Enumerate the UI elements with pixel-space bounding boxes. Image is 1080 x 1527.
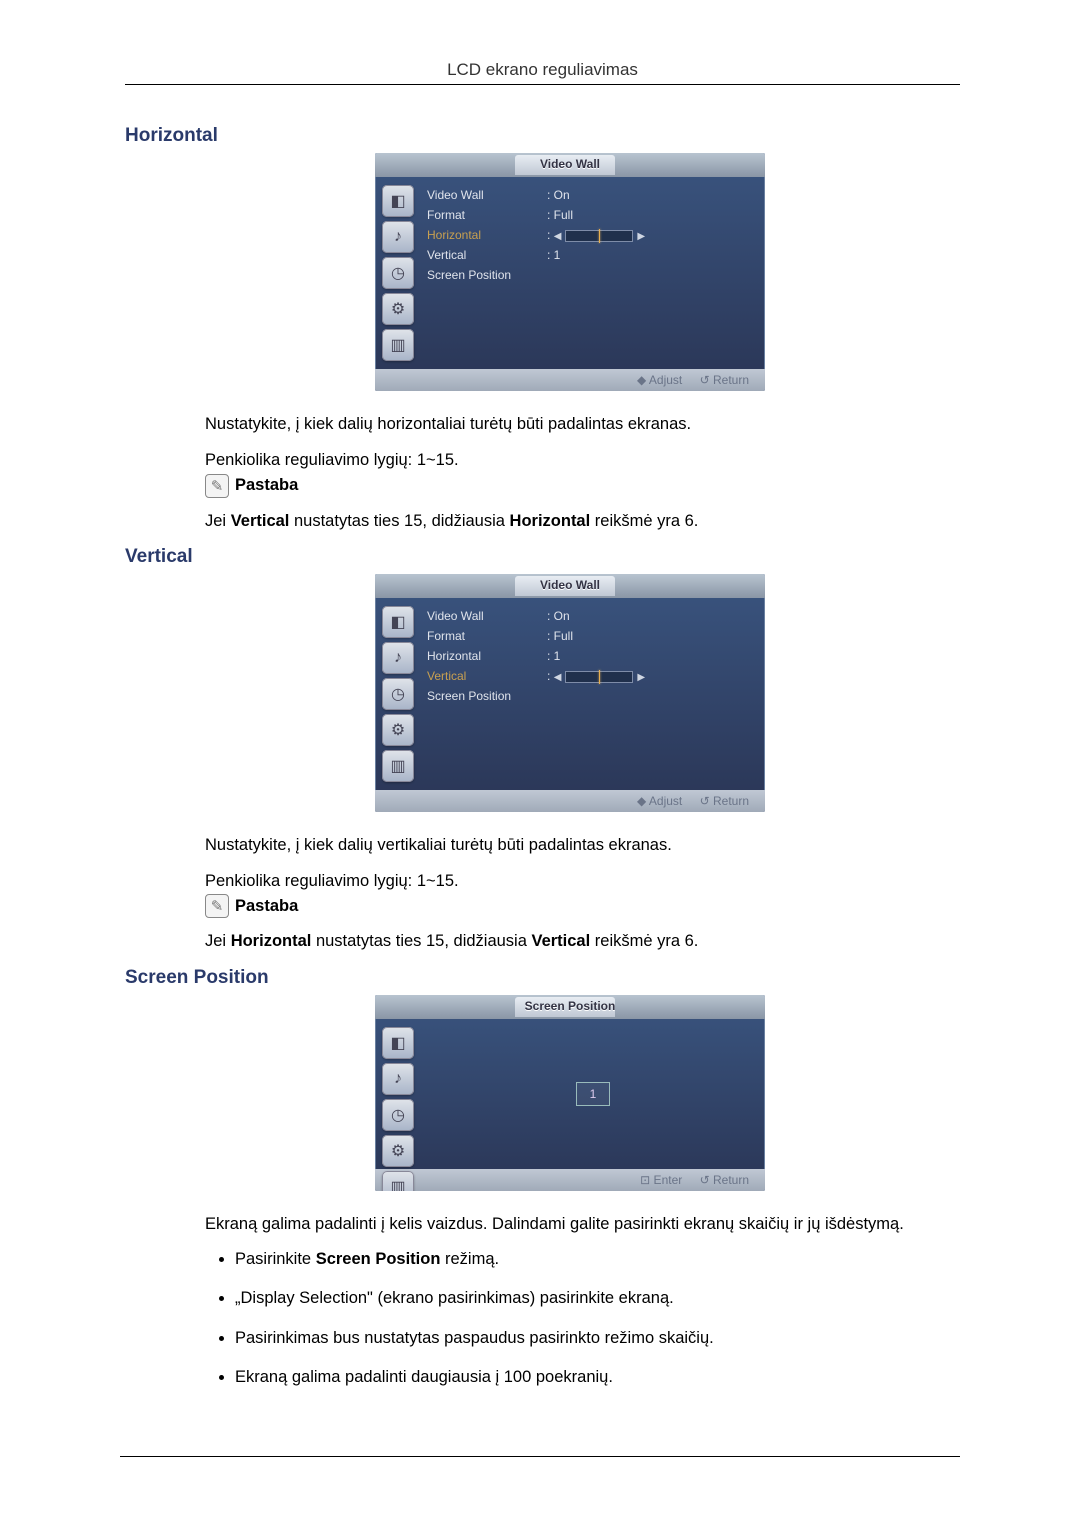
row-format-value: : Full bbox=[547, 208, 573, 222]
menu-icon-multi: ⚙ bbox=[382, 293, 414, 325]
row-horizontal-label: Horizontal bbox=[427, 649, 547, 663]
horizontal-desc1: Nustatykite, į kiek dalių horizontaliai … bbox=[205, 413, 960, 435]
row-screen-position-label: Screen Position bbox=[427, 689, 547, 703]
vertical-slider[interactable]: ◀ ▶ bbox=[554, 671, 645, 683]
footer-return: ↺ Return bbox=[700, 373, 749, 387]
arrow-right-icon: ▶ bbox=[637, 672, 645, 683]
row-vertical-value: : ◀ ▶ bbox=[547, 669, 645, 684]
row-video-wall-value: : On bbox=[547, 609, 570, 623]
screen-position-bullets: Pasirinkite Screen Position režimą. „Dis… bbox=[205, 1249, 960, 1389]
menu-icon-setup: ◷ bbox=[382, 1099, 414, 1131]
row-format-label: Format bbox=[427, 208, 547, 222]
screen-position-desc: Ekraną galima padalinti į kelis vaizdus.… bbox=[205, 1213, 960, 1235]
menu-icon-picture: ◧ bbox=[382, 185, 414, 217]
section-title-vertical: Vertical bbox=[125, 546, 960, 568]
row-horizontal-value: : 1 bbox=[547, 649, 560, 663]
horizontal-note-text: Jei Vertical nustatytas ties 15, didžiau… bbox=[205, 510, 960, 532]
footer-enter: ⊡ Enter bbox=[640, 1173, 682, 1187]
horizontal-slider[interactable]: ◀ ▶ bbox=[554, 230, 645, 242]
page-header: LCD ekrano reguliavimas bbox=[125, 60, 960, 80]
bullet-item: Pasirinkite Screen Position režimą. bbox=[235, 1249, 960, 1270]
note-icon: ✎ bbox=[205, 894, 229, 918]
row-vertical-label: Vertical bbox=[427, 669, 547, 683]
menu-icon-sound: ♪ bbox=[382, 1063, 414, 1095]
arrow-right-icon: ▶ bbox=[637, 231, 645, 242]
row-format-value: : Full bbox=[547, 629, 573, 643]
row-video-wall-value: : On bbox=[547, 188, 570, 202]
footer-adjust: ◆ Adjust bbox=[637, 373, 682, 387]
bullet-item: Pasirinkimas bus nustatytas paspaudus pa… bbox=[235, 1328, 960, 1349]
header-divider bbox=[125, 84, 960, 85]
screen-position-box[interactable]: 1 bbox=[576, 1082, 610, 1106]
footer-divider bbox=[120, 1456, 960, 1457]
horizontal-desc2: Penkiolika reguliavimo lygių: 1~15. bbox=[205, 449, 960, 471]
menu-icon-multi: ⚙ bbox=[382, 714, 414, 746]
menu-icon-picture: ◧ bbox=[382, 606, 414, 638]
vertical-desc1: Nustatykite, į kiek dalių vertikaliai tu… bbox=[205, 834, 960, 856]
osd-panel-vertical: Video Wall ◧ ♪ ◷ ⚙ ▥ Video Wall : On For bbox=[375, 574, 765, 812]
bullet-item: „Display Selection" (ekrano pasirinkimas… bbox=[235, 1288, 960, 1309]
row-vertical-label: Vertical bbox=[427, 248, 547, 262]
row-video-wall-label: Video Wall bbox=[427, 188, 547, 202]
menu-icon-info: ▥ bbox=[382, 1171, 414, 1191]
row-vertical-value: : 1 bbox=[547, 248, 560, 262]
section-title-horizontal: Horizontal bbox=[125, 125, 960, 147]
note-icon: ✎ bbox=[205, 474, 229, 498]
footer-return: ↺ Return bbox=[700, 1173, 749, 1187]
osd-title: Video Wall bbox=[375, 578, 765, 592]
section-title-screen-position: Screen Position bbox=[125, 967, 960, 989]
footer-adjust: ◆ Adjust bbox=[637, 794, 682, 808]
osd-title: Video Wall bbox=[375, 157, 765, 171]
row-format-label: Format bbox=[427, 629, 547, 643]
note-label: Pastaba bbox=[235, 897, 298, 916]
menu-icon-setup: ◷ bbox=[382, 257, 414, 289]
vertical-note-text: Jei Horizontal nustatytas ties 15, didži… bbox=[205, 930, 960, 952]
menu-icon-setup: ◷ bbox=[382, 678, 414, 710]
osd-panel-screen-position: Screen Position ◧ ♪ ◷ ⚙ ▥ 1 ⊡ Enter ↺ Re… bbox=[375, 995, 765, 1191]
menu-icon-picture: ◧ bbox=[382, 1027, 414, 1059]
row-horizontal-value: : ◀ ▶ bbox=[547, 228, 645, 243]
osd-panel-horizontal: Video Wall ◧ ♪ ◷ ⚙ ▥ Video Wall : On For bbox=[375, 153, 765, 391]
note-label: Pastaba bbox=[235, 476, 298, 495]
row-video-wall-label: Video Wall bbox=[427, 609, 547, 623]
menu-icon-info: ▥ bbox=[382, 329, 414, 361]
menu-icon-info: ▥ bbox=[382, 750, 414, 782]
menu-icon-multi: ⚙ bbox=[382, 1135, 414, 1167]
menu-icon-sound: ♪ bbox=[382, 642, 414, 674]
osd-title: Screen Position bbox=[375, 999, 765, 1013]
vertical-desc2: Penkiolika reguliavimo lygių: 1~15. bbox=[205, 870, 960, 892]
bullet-item: Ekraną galima padalinti daugiausia į 100… bbox=[235, 1367, 960, 1388]
footer-return: ↺ Return bbox=[700, 794, 749, 808]
menu-icon-sound: ♪ bbox=[382, 221, 414, 253]
arrow-left-icon: ◀ bbox=[554, 672, 562, 683]
arrow-left-icon: ◀ bbox=[554, 231, 562, 242]
row-screen-position-label: Screen Position bbox=[427, 268, 547, 282]
row-horizontal-label: Horizontal bbox=[427, 228, 547, 242]
